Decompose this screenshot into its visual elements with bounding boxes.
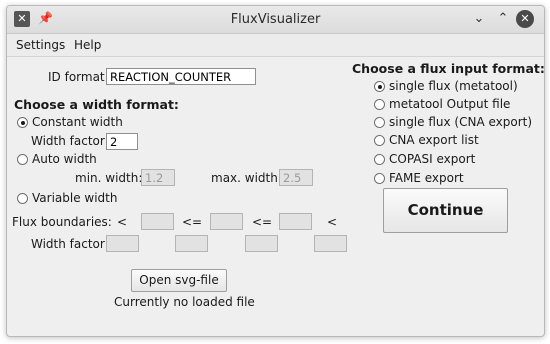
auto-width-label: Auto width [32,152,97,166]
flux-input-label-single-flux-metatool: single flux (metatool) [389,79,518,93]
flux-boundaries-label: Flux boundaries: [12,215,112,229]
boundary-width-factor-input-4[interactable] [314,235,347,252]
title-bar: ✕ 📌 FluxVisualizer ⌄ ⌃ ✕ [7,6,544,34]
menu-bar: Settings Help [7,34,544,57]
max-width-input[interactable]: 2.5 [279,169,313,186]
boundary-width-factor-input-3[interactable] [245,235,278,252]
id-format-label: ID format: [48,70,109,84]
svg-status-text: Currently no loaded file [114,295,255,309]
boundary-width-factor-input-1[interactable] [106,235,139,252]
boundary-lte-1: <= [182,215,203,229]
flux-boundary-input-2[interactable] [210,213,243,230]
menu-settings[interactable]: Settings [16,38,65,52]
flux-boundary-input-3[interactable] [279,213,312,230]
variable-width-radio[interactable] [17,193,28,204]
window-title: FluxVisualizer [230,12,321,27]
min-width-input[interactable]: 1.2 [141,169,175,186]
variable-width-label: Variable width [32,191,118,205]
close-icon[interactable]: ✕ [516,10,534,28]
fluxvisualizer-window: ✕ 📌 FluxVisualizer ⌄ ⌃ ✕ Settings Help I… [6,5,545,337]
boundary-lte-2: <= [252,215,273,229]
boundary-width-factor-label: Width factor: [31,237,109,251]
minimize-chevron-down-icon[interactable]: ⌄ [470,10,488,28]
flux-input-radio-single-flux-cna[interactable] [374,117,385,128]
flux-boundary-input-1[interactable] [141,213,174,230]
flux-input-radio-fame-export[interactable] [374,173,385,184]
flux-input-radio-metatool-output[interactable] [374,99,385,110]
flux-input-heading: Choose a flux input format: [352,61,545,76]
flux-input-radio-cna-export-list[interactable] [374,135,385,146]
constant-width-label: Constant width [32,115,123,129]
continue-button[interactable]: Continue [383,188,508,233]
flux-input-radio-copasi-export[interactable] [374,154,385,165]
flux-input-radio-single-flux-metatool[interactable] [374,81,385,92]
max-width-label: max. width: [211,171,282,185]
open-svg-file-button[interactable]: Open svg-file [131,269,227,292]
auto-width-radio[interactable] [17,154,28,165]
width-format-heading: Choose a width format: [14,97,179,112]
flux-input-label-metatool-output: metatool Output file [389,97,511,111]
width-factor-input[interactable]: 2 [106,133,138,150]
maximize-chevron-up-icon[interactable]: ⌃ [494,10,512,28]
min-width-label: min. width: [75,171,143,185]
boundary-width-factor-input-2[interactable] [175,235,208,252]
flux-input-label-single-flux-cna: single flux (CNA export) [389,115,533,129]
id-format-input[interactable]: REACTION_COUNTER [106,68,256,85]
flux-input-label-fame-export: FAME export [389,171,464,185]
menu-help[interactable]: Help [74,38,101,52]
flux-input-label-cna-export-list: CNA export list [389,133,479,147]
boundary-lt-1: < [117,215,128,229]
flux-input-label-copasi-export: COPASI export [389,152,476,166]
width-factor-label: Width factor: [31,134,109,148]
boundary-lt-2: < [327,215,338,229]
constant-width-radio[interactable] [17,117,28,128]
